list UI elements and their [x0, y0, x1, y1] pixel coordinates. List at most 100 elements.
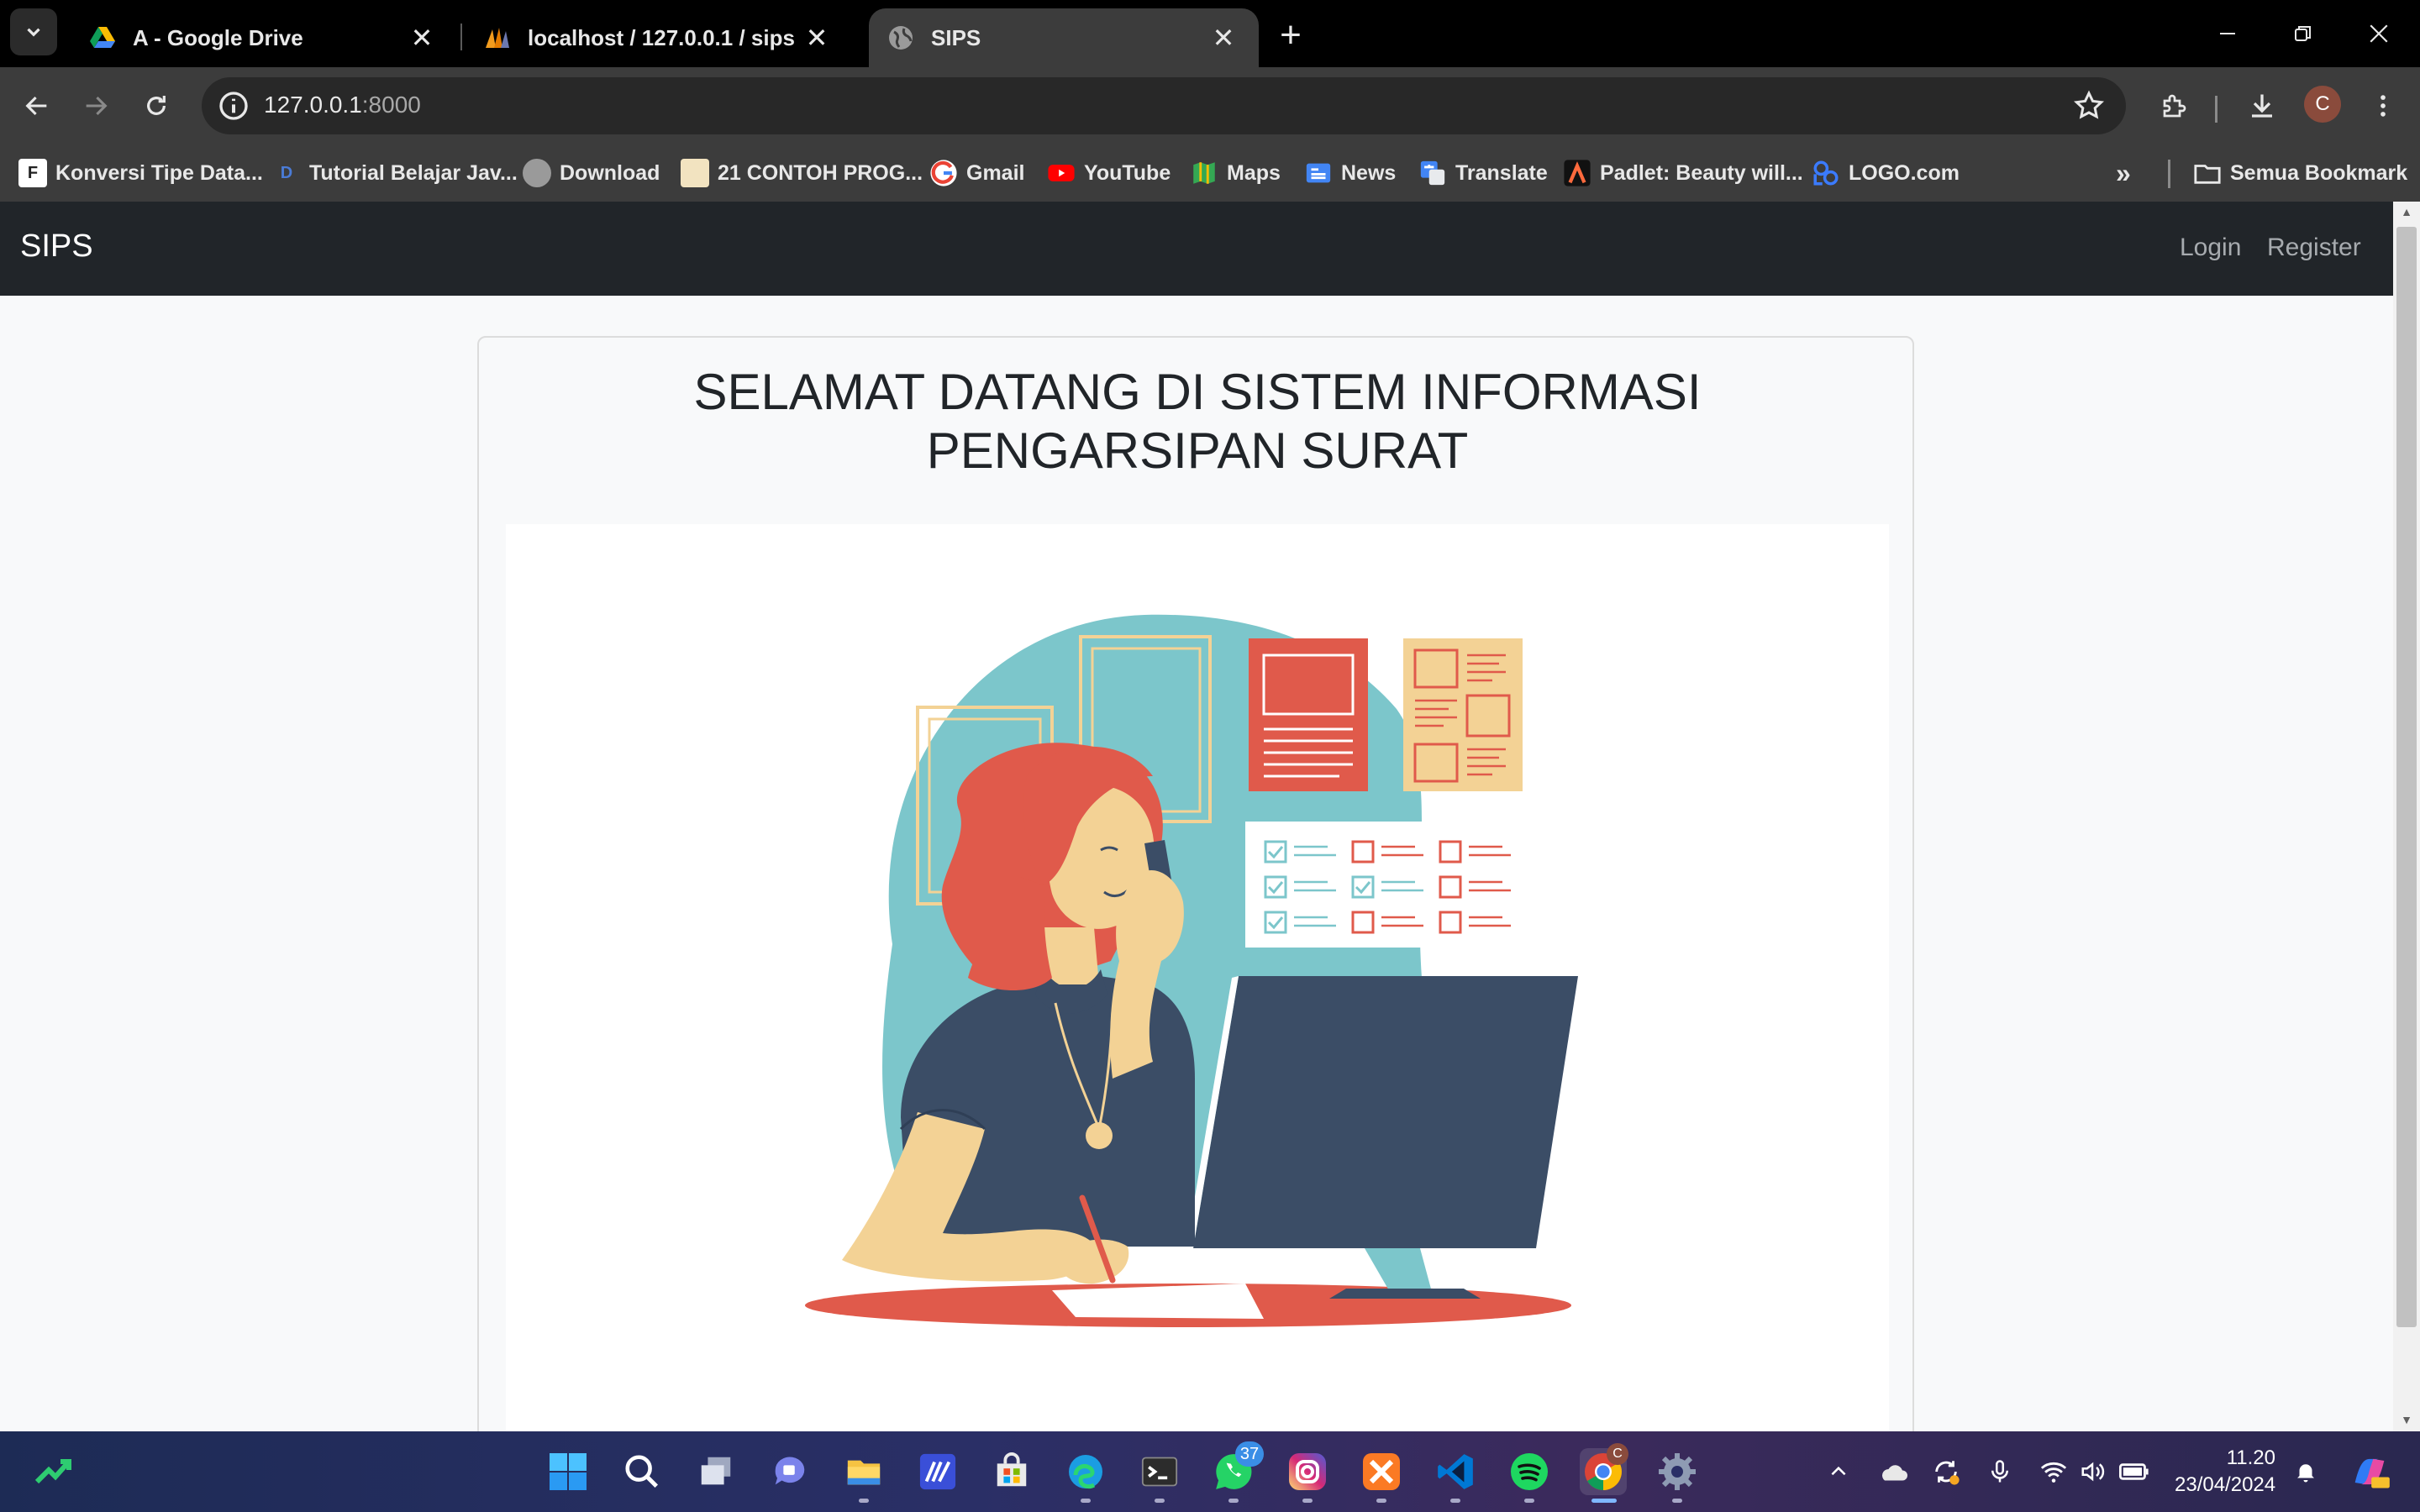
onedrive-icon[interactable] — [1876, 1455, 1909, 1488]
bookmark-label: 21 CONTOH PROG... — [718, 160, 923, 185]
translate-icon — [1420, 160, 1445, 186]
youtube-icon — [1048, 165, 1075, 181]
bookmark-item[interactable]: LOGO.com — [1812, 155, 1960, 192]
nav-register-link[interactable]: Register — [2267, 234, 2361, 262]
page-scrollbar[interactable]: ▲ ▼ — [2393, 202, 2420, 1431]
close-icon[interactable]: ✕ — [800, 21, 834, 55]
screen: A - Google Drive ✕ localhost / 127.0.0.1… — [0, 0, 2420, 1512]
padlet-icon — [1564, 160, 1591, 186]
instagram-icon — [1289, 1453, 1326, 1490]
bookmark-item[interactable]: Download — [523, 155, 660, 192]
menu-button[interactable] — [2360, 82, 2407, 129]
bookmark-label: News — [1341, 160, 1397, 185]
microsoft-store-button[interactable] — [988, 1448, 1035, 1495]
xampp-button[interactable] — [1358, 1448, 1405, 1495]
bookmark-item[interactable]: 21 CONTOH PROG... — [681, 155, 923, 192]
close-icon[interactable]: ✕ — [405, 21, 439, 55]
scroll-down-arrow-icon[interactable]: ▼ — [2400, 1413, 2413, 1426]
bookmark-item[interactable]: YouTube — [1047, 155, 1171, 192]
bookmark-star-icon[interactable] — [2072, 89, 2106, 123]
wifi-icon[interactable] — [2037, 1455, 2070, 1488]
volume-icon[interactable] — [2075, 1455, 2109, 1488]
url-text[interactable]: 127.0.0.1:8000 — [264, 92, 421, 118]
tab-search-button[interactable] — [10, 8, 57, 55]
bookmark-item[interactable]: Gmail — [929, 155, 1024, 192]
bookmark-item[interactable]: Translate — [1418, 155, 1548, 192]
bookmark-item[interactable]: Maps — [1190, 155, 1281, 192]
tab-phpmyadmin[interactable]: localhost / 127.0.0.1 / sips | php ✕ — [466, 8, 852, 67]
stocks-widget-icon[interactable] — [30, 1448, 77, 1495]
more-bookmarks-button[interactable]: » — [2116, 155, 2131, 192]
settings-button[interactable] — [1654, 1448, 1701, 1495]
running-indicator — [1302, 1499, 1313, 1503]
start-button[interactable] — [544, 1448, 592, 1495]
forward-button[interactable] — [72, 82, 119, 129]
notification-bell-icon[interactable] — [2289, 1455, 2323, 1488]
system-clock[interactable]: 11.20 23/04/2024 — [2175, 1445, 2275, 1499]
editor-app-button[interactable] — [914, 1448, 961, 1495]
address-bar[interactable]: 127.0.0.1:8000 — [202, 77, 2126, 134]
bookmark-item[interactable]: F Konversi Tipe Data... — [18, 155, 263, 192]
url-port: :8000 — [361, 92, 421, 118]
download-icon — [2252, 94, 2272, 118]
task-view-button[interactable] — [692, 1448, 739, 1495]
bookmark-item[interactable]: D Tutorial Belajar Jav... — [272, 155, 518, 192]
close-window-button[interactable] — [2341, 10, 2417, 57]
running-indicator — [1524, 1499, 1534, 1503]
tab-sips[interactable]: SIPS ✕ — [869, 8, 1259, 67]
more-vertical-icon — [2381, 95, 2386, 117]
globe-icon — [523, 159, 551, 187]
file-explorer-button[interactable] — [840, 1448, 887, 1495]
clock-time: 11.20 — [2226, 1446, 2275, 1469]
whatsapp-button[interactable]: 37 — [1210, 1441, 1264, 1495]
scroll-up-arrow-icon[interactable]: ▲ — [2400, 205, 2413, 218]
spotify-button[interactable] — [1506, 1448, 1553, 1495]
sync-icon[interactable] — [1929, 1455, 1963, 1488]
running-indicator — [1228, 1499, 1239, 1503]
bookmark-item[interactable]: News — [1304, 155, 1396, 192]
minimize-button[interactable] — [2190, 10, 2265, 57]
copilot-icon[interactable] — [2346, 1448, 2393, 1495]
toolbar-divider — [2215, 96, 2217, 123]
bookmark-label: Konversi Tipe Data... — [55, 160, 263, 185]
bookmark-favicon-icon: F — [18, 159, 47, 187]
running-indicator — [859, 1499, 869, 1503]
chrome-button[interactable]: C — [1580, 1443, 1628, 1495]
bookmark-item[interactable]: Padlet: Beauty will... — [1563, 155, 1803, 192]
tab-google-drive[interactable]: A - Google Drive ✕ — [71, 8, 457, 67]
restore-button[interactable] — [2265, 10, 2341, 57]
chevron-double-right-icon: » — [2116, 157, 2131, 188]
notification-badge: 37 — [1235, 1441, 1264, 1467]
microphone-icon[interactable] — [1983, 1455, 2017, 1488]
info-icon[interactable] — [217, 89, 250, 123]
nav-login-link[interactable]: Login — [2180, 234, 2241, 262]
search-icon — [625, 1455, 659, 1488]
show-hidden-icons-button[interactable] — [1822, 1455, 1855, 1488]
navbar-brand[interactable]: SIPS — [20, 228, 93, 265]
teams-chat-button[interactable] — [766, 1448, 813, 1495]
new-tab-button[interactable]: + — [1269, 14, 1313, 55]
running-indicator — [1081, 1499, 1091, 1503]
windows-icon — [550, 1453, 587, 1490]
running-indicator — [1155, 1499, 1165, 1503]
instagram-button[interactable] — [1284, 1448, 1331, 1495]
profile-avatar[interactable]: C — [2304, 86, 2341, 123]
bookmark-label: Tutorial Belajar Jav... — [309, 160, 518, 185]
close-icon[interactable]: ✕ — [1207, 21, 1240, 55]
scrollbar-thumb[interactable] — [2396, 227, 2417, 1327]
minimize-icon — [2220, 33, 2235, 34]
bookmark-label: Translate — [1455, 160, 1548, 185]
restore-icon — [2295, 26, 2311, 41]
vscode-button[interactable] — [1432, 1448, 1479, 1495]
search-button[interactable] — [618, 1448, 666, 1495]
active-indicator — [1591, 1499, 1617, 1503]
battery-icon[interactable] — [2118, 1455, 2151, 1488]
edge-browser-button[interactable] — [1062, 1448, 1109, 1495]
reload-button[interactable] — [133, 82, 180, 129]
task-view-icon — [701, 1457, 731, 1485]
terminal-button[interactable] — [1136, 1448, 1183, 1495]
all-bookmarks-button[interactable]: Semua Bookmark — [2193, 155, 2407, 192]
extensions-button[interactable] — [2151, 82, 2198, 129]
downloads-button[interactable] — [2238, 82, 2286, 129]
back-button[interactable] — [13, 82, 60, 129]
